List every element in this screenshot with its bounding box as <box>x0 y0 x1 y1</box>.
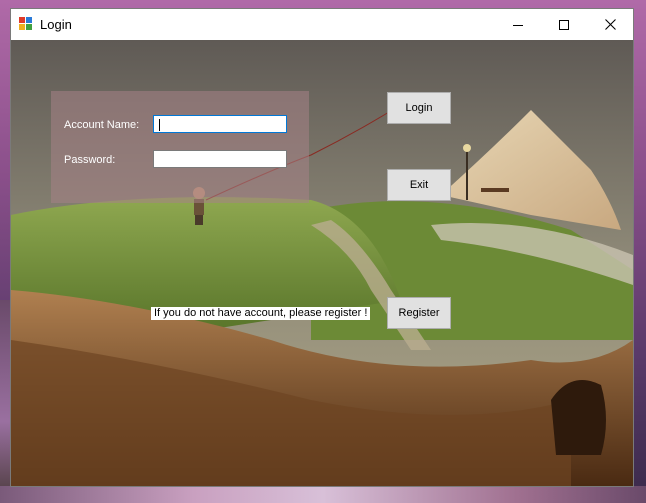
close-icon <box>604 19 616 30</box>
login-window: Login Account Name: Password: Login Exit… <box>10 8 634 487</box>
password-input[interactable] <box>153 150 287 168</box>
title-bar[interactable]: Login <box>11 9 633 40</box>
form-client-area: Account Name: Password: Login Exit Regis… <box>11 40 633 486</box>
minimize-button[interactable] <box>495 9 541 40</box>
register-hint-label: If you do not have account, please regis… <box>151 307 371 320</box>
register-button[interactable]: Register <box>387 297 451 329</box>
app-icon <box>19 17 33 31</box>
close-button[interactable] <box>587 9 633 40</box>
login-panel: Account Name: Password: <box>51 91 309 203</box>
maximize-button[interactable] <box>541 9 587 40</box>
desktop-wallpaper-bottom <box>0 486 646 503</box>
exit-button[interactable]: Exit <box>387 169 451 201</box>
text-caret <box>159 119 160 131</box>
account-name-label: Account Name: <box>64 119 140 131</box>
password-label: Password: <box>64 154 116 166</box>
window-title: Login <box>40 17 72 32</box>
minimize-icon <box>513 24 523 26</box>
login-button[interactable]: Login <box>387 92 451 124</box>
account-name-input[interactable] <box>153 115 287 133</box>
maximize-icon <box>559 19 569 30</box>
